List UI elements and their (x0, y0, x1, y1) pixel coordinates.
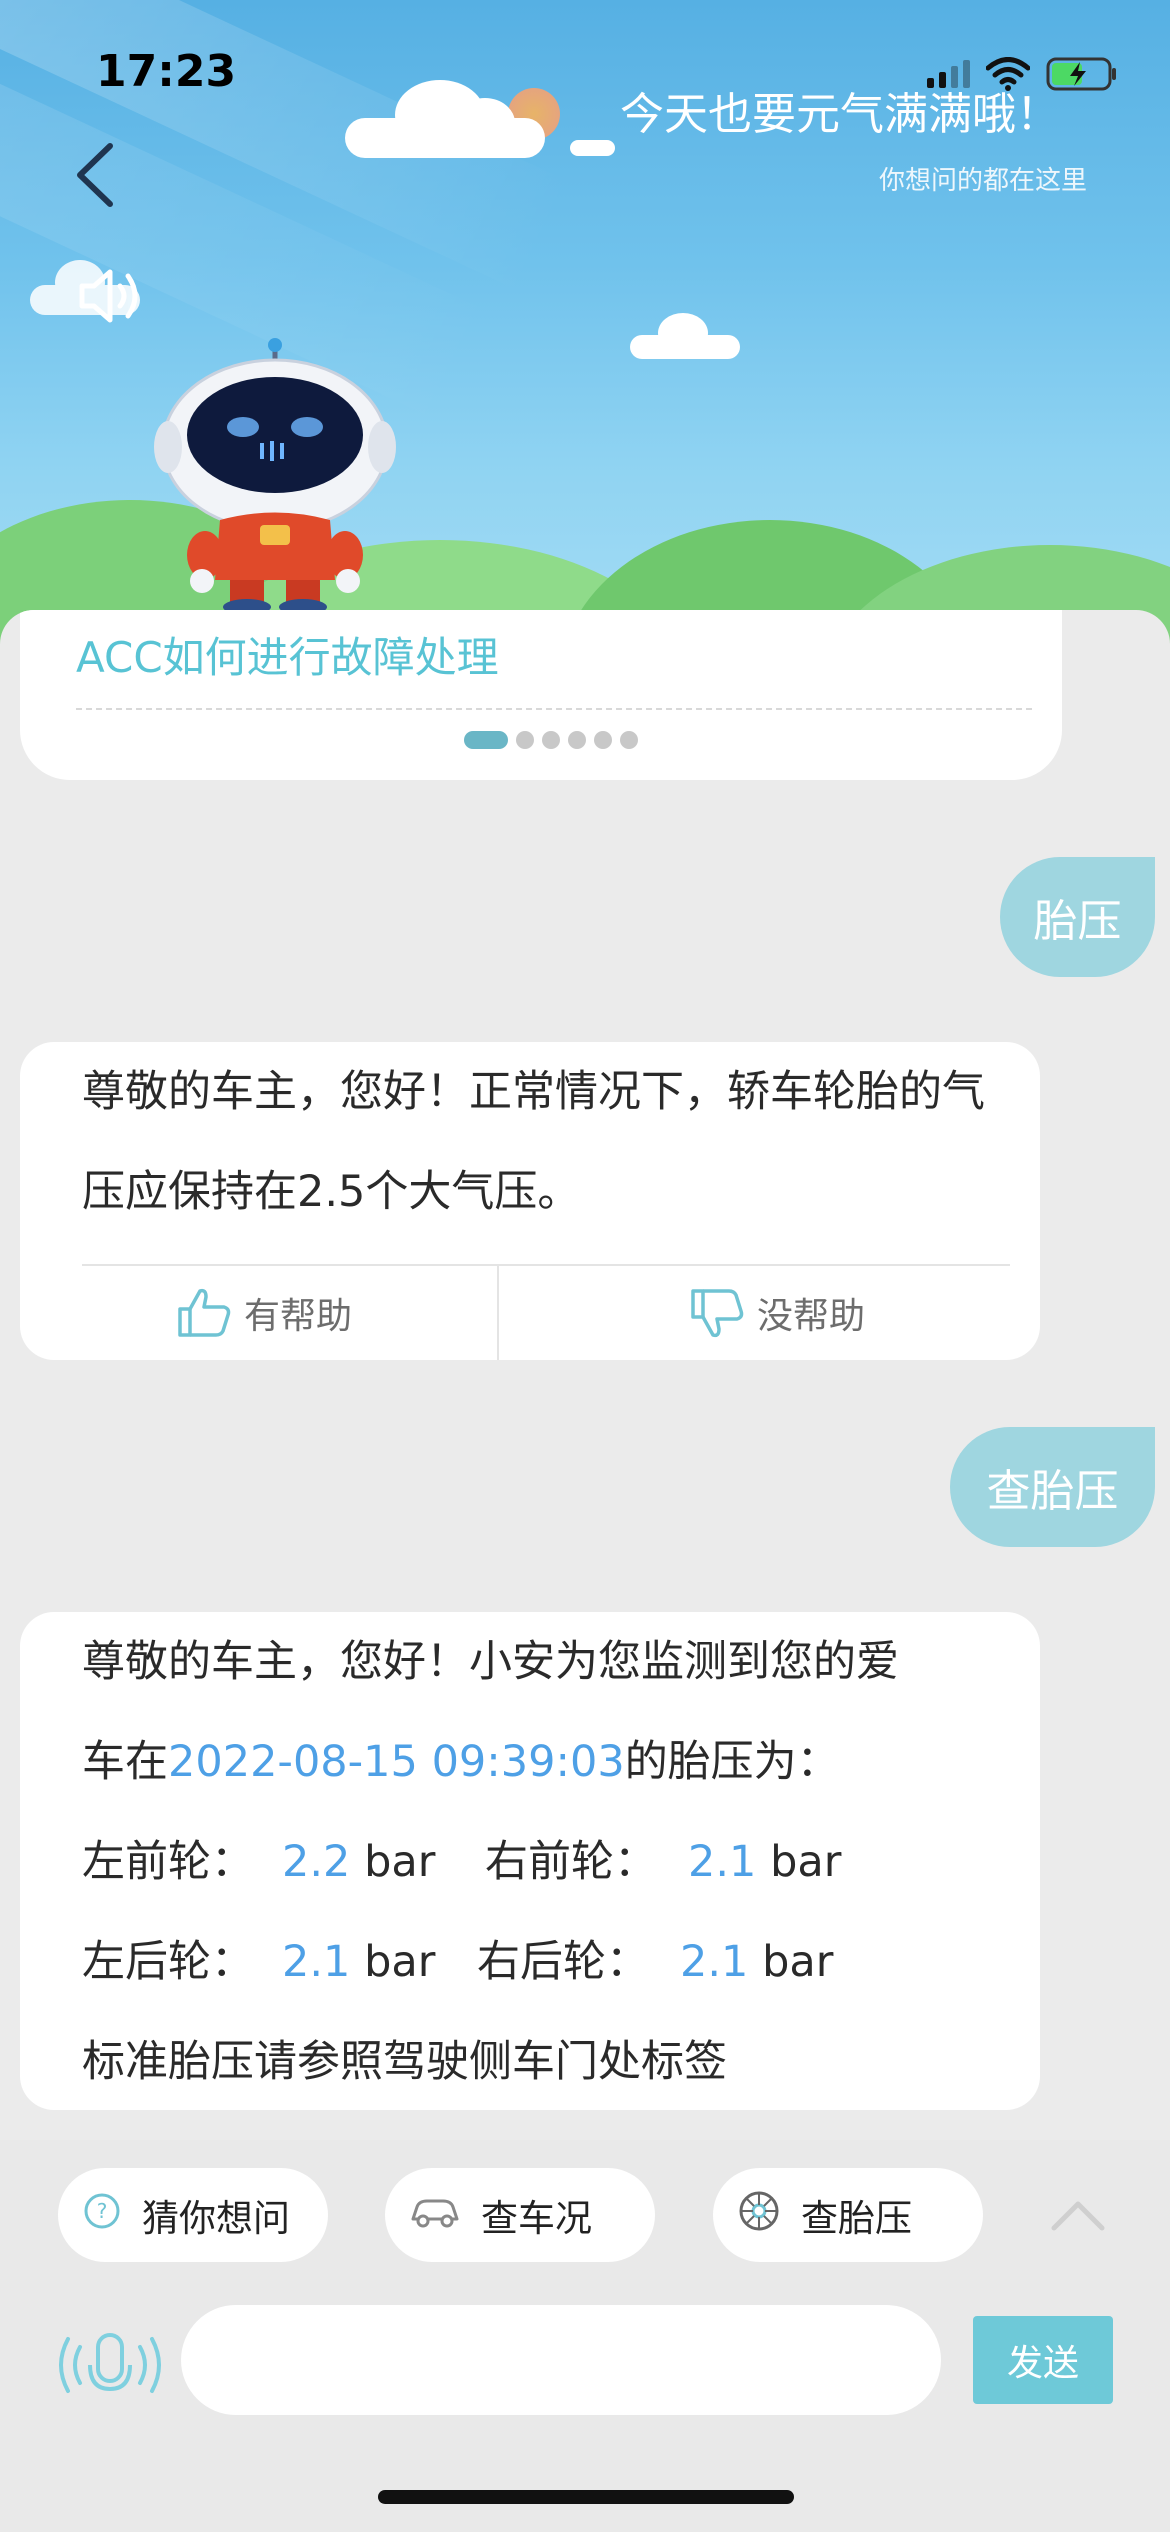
robot-mascot-image (154, 338, 396, 615)
helpful-label: 有帮助 (244, 1296, 353, 1337)
chat-panel[interactable]: ACC如何进行故障处理 胎压 尊敬的车主，您好！正常情况下，轿车轮胎的气压应保持… (0, 610, 1170, 2140)
tire-icon (737, 2189, 781, 2242)
home-indicator[interactable] (378, 2490, 794, 2504)
user-message: 胎压 (1000, 857, 1155, 977)
voice-input-button[interactable] (50, 2325, 170, 2405)
tire-row-rear: 左后轮： 2.1 bar 右后轮： 2.1 bar (82, 1912, 1042, 2012)
sound-toggle-button[interactable] (78, 266, 146, 326)
measurement-timestamp: 2022-08-15 09:39:03 (168, 1737, 625, 1787)
thumbs-up-icon (178, 1288, 231, 1337)
not-helpful-button[interactable]: 没帮助 (499, 1266, 1010, 1360)
cloud-decoration (630, 313, 740, 359)
bot-answer-card: 尊敬的车主，您好！正常情况下，轿车轮胎的气压应保持在2.5个大气压。 有帮助 没… (20, 1042, 1040, 1360)
robot-mascot[interactable] (150, 335, 400, 615)
feedback-bar: 有帮助 没帮助 (82, 1264, 1010, 1360)
quick-action-car-status[interactable]: 查车况 (385, 2168, 655, 2262)
answer-text-fragment: 车在 (82, 1737, 168, 1787)
divider (76, 708, 1032, 710)
car-icon (409, 2191, 461, 2240)
answer-line: 尊敬的车主，您好！小安为您监测到您的爱 (82, 1637, 899, 1687)
carousel-dot[interactable] (568, 731, 586, 749)
answer-line: 车在2022-08-15 09:39:03的胎压为： (82, 1712, 1042, 1812)
front-left-label: 左前轮： (82, 1837, 254, 1887)
chevron-up-icon (1051, 2201, 1105, 2231)
tire-pressure-text: 尊敬的车主，您好！小安为您监测到您的爱 车在2022-08-15 09:39:0… (82, 1612, 1042, 2112)
unit-label: bar (364, 1937, 436, 1987)
header-scene: 17:23 今天也要元气满满哦！ 你想问的都在这里 (0, 0, 1170, 660)
svg-text:?: ? (97, 2199, 108, 2223)
unit-label: bar (762, 1937, 834, 1987)
front-left-value: 2.2 (282, 1837, 351, 1887)
tire-note: 标准胎压请参照驾驶侧车门处标签 (82, 2037, 727, 2087)
rear-left-value: 2.1 (282, 1937, 351, 1987)
tire-pressure-card: 尊敬的车主，您好！小安为您监测到您的爱 车在2022-08-15 09:39:0… (20, 1612, 1040, 2110)
suggestion-link[interactable]: ACC如何进行故障处理 (76, 624, 499, 685)
answer-text-fragment: 的胎压为： (624, 1737, 840, 1787)
thumbs-down-icon (691, 1289, 744, 1338)
suggestion-card: ACC如何进行故障处理 (20, 610, 1062, 780)
carousel-dot[interactable] (620, 731, 638, 749)
question-icon: ? (82, 2191, 122, 2240)
chevron-left-icon (77, 143, 113, 207)
quick-action-label: 查胎压 (801, 2197, 912, 2240)
front-right-label: 右前轮： (485, 1837, 657, 1887)
message-input[interactable] (181, 2305, 941, 2415)
send-button[interactable]: 发送 (973, 2316, 1113, 2404)
rear-right-value: 2.1 (680, 1937, 749, 1987)
unit-label: bar (364, 1837, 436, 1887)
status-time: 17:23 (96, 46, 237, 97)
front-right-value: 2.1 (688, 1837, 757, 1887)
unit-label: bar (770, 1837, 842, 1887)
expand-button[interactable] (1048, 2192, 1108, 2236)
quick-action-label: 查车况 (481, 2197, 592, 2240)
quick-action-guess[interactable]: ? 猜你想问 (58, 2168, 328, 2262)
carousel-dot[interactable] (542, 731, 560, 749)
user-message: 查胎压 (950, 1427, 1155, 1547)
banner-title: 今天也要元气满满哦！ (620, 89, 1060, 140)
banner-subtitle: 你想问的都在这里 (878, 166, 1087, 196)
quick-action-label: 猜你想问 (142, 2197, 290, 2240)
cloud-decoration (345, 80, 545, 158)
not-helpful-label: 没帮助 (757, 1296, 866, 1337)
quick-action-tire-pressure[interactable]: 查胎压 (713, 2168, 983, 2262)
rear-left-label: 左后轮： (82, 1937, 254, 1987)
carousel-dot[interactable] (594, 731, 612, 749)
bot-answer-text: 尊敬的车主，您好！正常情况下，轿车轮胎的气压应保持在2.5个大气压。 (82, 1067, 985, 1217)
tire-row-front: 左前轮： 2.2 bar 右前轮： 2.1 bar (82, 1812, 1042, 1912)
carousel-dot-active[interactable] (464, 731, 508, 749)
speaker-icon (79, 269, 138, 323)
helpful-button[interactable]: 有帮助 (82, 1266, 497, 1360)
carousel-dot[interactable] (516, 731, 534, 749)
back-button[interactable] (70, 140, 120, 210)
microphone-icon (59, 2333, 161, 2393)
rear-right-label: 右后轮： (477, 1937, 649, 1987)
cloud-decoration (570, 140, 615, 156)
carousel-dots[interactable] (464, 731, 638, 749)
bottom-toolbar: ? 猜你想问 查车况 查胎压 发送 (0, 2140, 1170, 2532)
